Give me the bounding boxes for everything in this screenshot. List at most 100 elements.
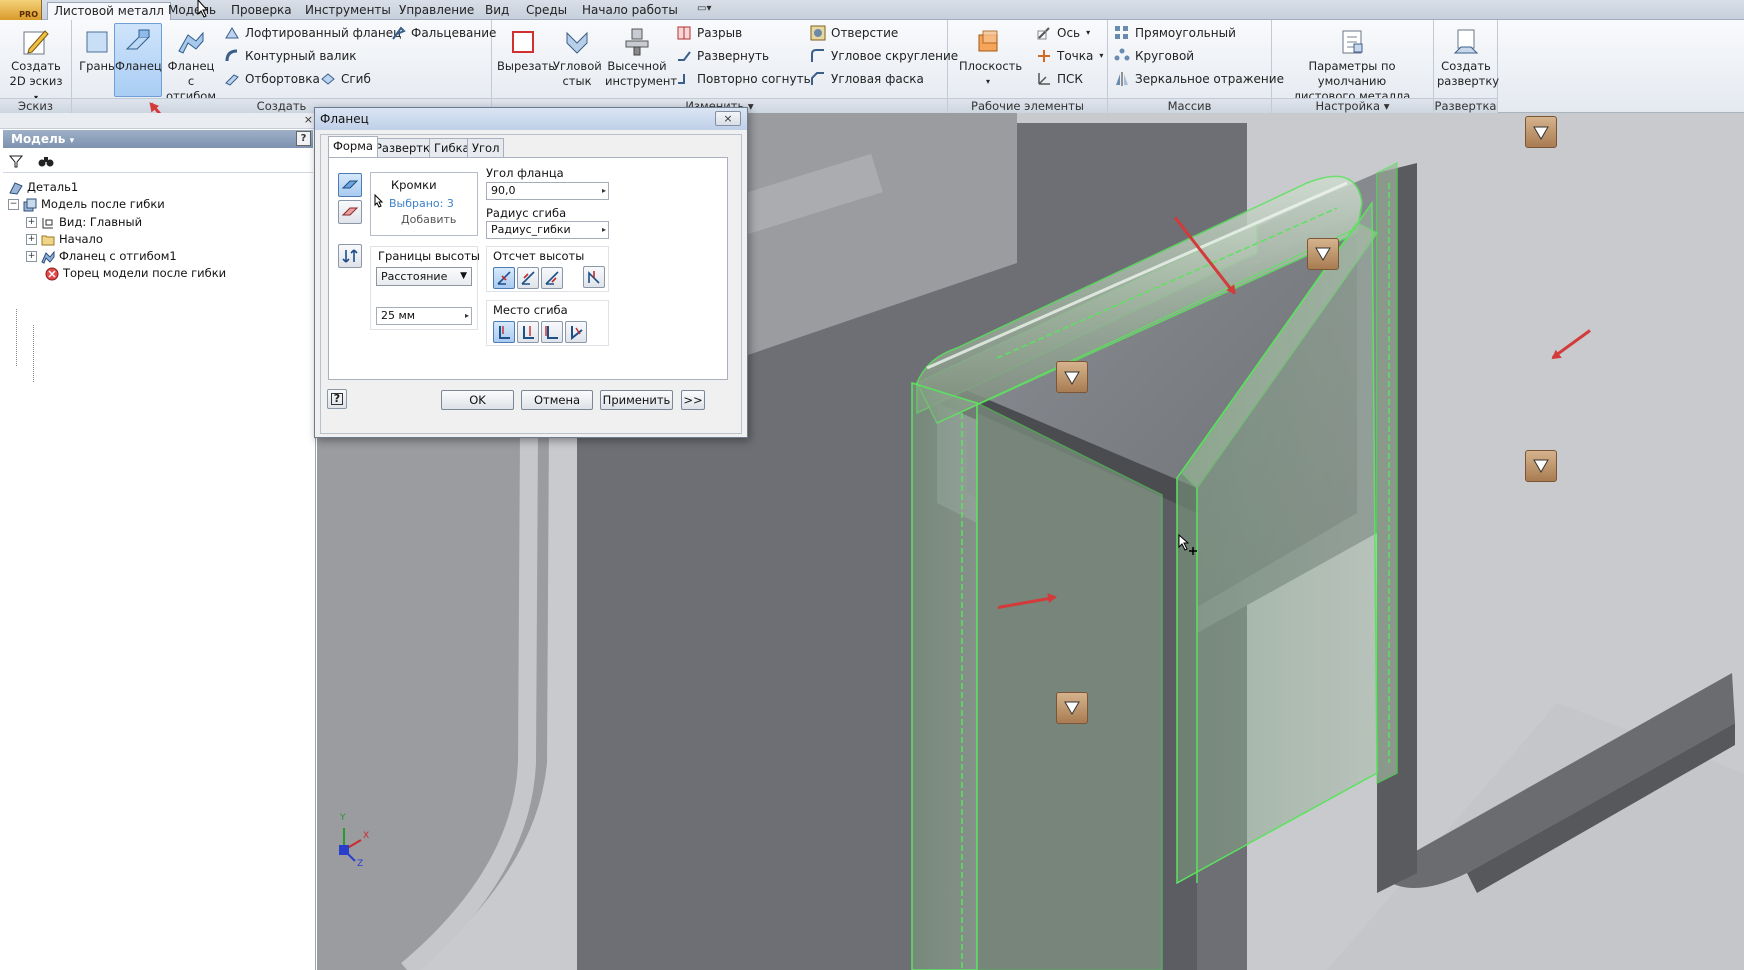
tab-sheet-metal[interactable]: Листовой металл — [47, 2, 171, 21]
height-datum-option-3[interactable] — [541, 267, 563, 289]
find-binoculars-icon[interactable] — [37, 152, 55, 170]
plane-dropdown-icon[interactable]: ▾ — [959, 74, 1017, 89]
tab-corner[interactable]: Угол — [467, 138, 505, 157]
bend-position-tangent[interactable] — [565, 321, 587, 343]
corner-chamfer-button[interactable]: Угловая фаска — [810, 69, 924, 89]
bend-radius-input[interactable]: Радиус_гибки ▸ — [486, 221, 609, 239]
rectangular-pattern-button[interactable]: Прямоугольный — [1114, 23, 1236, 43]
mirror-button[interactable]: Зеркальное отражение — [1114, 69, 1284, 89]
tab-get-started[interactable]: Начало работы — [582, 2, 678, 20]
bend-button[interactable]: Сгиб — [320, 69, 371, 89]
loop-select-mode-button[interactable] — [338, 200, 362, 224]
ok-button[interactable]: OK — [441, 390, 514, 410]
bend-label: Сгиб — [341, 72, 371, 86]
application-menu-button[interactable]: PRO — [0, 0, 42, 20]
bend-position-from-face[interactable] — [541, 321, 563, 343]
lofted-flange-button[interactable]: Лофтированный фланец — [224, 23, 401, 43]
more-options-button[interactable]: >> — [681, 390, 705, 410]
height-datum-option-2[interactable] — [517, 267, 539, 289]
dialog-titlebar[interactable]: Фланец × — [315, 108, 747, 130]
tree-item-part[interactable]: Деталь1 — [8, 179, 78, 196]
tree-item-end-of-folded[interactable]: Торец модели после гибки — [44, 265, 226, 282]
unfold-button[interactable]: Развернуть — [676, 46, 769, 66]
edges-add-link[interactable]: Добавить — [401, 213, 456, 226]
edge-select-mode-button[interactable] — [338, 173, 362, 197]
hem-button[interactable]: Фальцевание — [390, 23, 496, 43]
point-button[interactable]: Точка ▾ — [1036, 46, 1103, 66]
dialog-close-button[interactable]: × — [715, 111, 741, 126]
tab-environments[interactable]: Среды — [526, 2, 567, 20]
corner-seam-button[interactable]: Угловой стык — [552, 23, 602, 90]
face-button[interactable]: Грань — [77, 23, 117, 75]
tree-label-end-of-folded: Торец модели после гибки — [63, 266, 227, 280]
flange-angle-value: 90,0 — [491, 184, 516, 197]
contour-roll-button[interactable]: Контурный валик — [224, 46, 357, 66]
flange-grip-top-right[interactable] — [1525, 116, 1557, 148]
sketch-pencil-icon — [20, 26, 52, 58]
hem-icon — [390, 25, 406, 41]
refold-button[interactable]: Повторно согнуть — [676, 69, 811, 89]
tab-inspect[interactable]: Проверка — [231, 2, 292, 20]
height-extents-select[interactable]: Расстояние ▼ — [376, 267, 472, 286]
plane-button[interactable]: Плоскость ▾ — [958, 23, 1022, 90]
tab-view[interactable]: Вид — [485, 2, 509, 20]
tree-item-folded-model[interactable]: − Модель после гибки — [8, 196, 165, 213]
expand-icon[interactable]: + — [26, 217, 37, 228]
bend-position-outside[interactable] — [517, 321, 539, 343]
expand-arrow-icon[interactable]: ▸ — [602, 183, 606, 199]
group-label-setup[interactable]: Настройка ▾ — [1272, 98, 1433, 113]
height-datum-option-1[interactable] — [493, 267, 515, 289]
flange-angle-input[interactable]: 90,0 ▸ — [486, 182, 609, 200]
hole-button[interactable]: Отверстие — [810, 23, 898, 43]
cancel-button[interactable]: Отмена — [521, 390, 593, 410]
rip-button[interactable]: Разрыв — [676, 23, 742, 43]
tree-item-view[interactable]: + Вид: Главный — [26, 214, 142, 231]
height-value-input[interactable]: 25 мм ▸ — [376, 307, 472, 325]
expand-icon[interactable]: + — [26, 251, 37, 262]
axis-button[interactable]: Ось ▾ — [1036, 23, 1090, 43]
edges-selection-box[interactable]: Кромки Выбрано: 3 Добавить — [370, 172, 478, 236]
browser-help-button[interactable]: ? — [296, 131, 311, 146]
ucs-button[interactable]: ПСК — [1036, 69, 1083, 89]
flange-grip-left-side[interactable] — [1056, 692, 1088, 724]
dialog-help-button[interactable]: ? — [327, 389, 347, 409]
flange-grip-right-side[interactable] — [1525, 450, 1557, 482]
create-2d-sketch-button[interactable]: Создать 2D эскиз ▾ — [5, 23, 67, 106]
flange-grip-top-middle[interactable] — [1307, 238, 1339, 270]
rip-icon — [676, 25, 692, 41]
ucs-label: ПСК — [1057, 72, 1083, 86]
tree-item-contour-flange[interactable]: + Фланец с отгибом1 — [26, 248, 177, 265]
tree-item-origin[interactable]: + Начало — [26, 231, 103, 248]
contour-flange-label-1: Фланец с — [167, 59, 215, 88]
collapse-icon[interactable]: − — [8, 199, 19, 210]
apply-button[interactable]: Применить — [600, 390, 673, 410]
browser-close-button[interactable]: × — [304, 113, 313, 126]
expand-arrow-icon[interactable]: ▸ — [602, 222, 606, 238]
browser-header[interactable]: Модель ▾ ? — [3, 130, 313, 148]
tab-shape[interactable]: Форма — [328, 136, 378, 157]
flange-button[interactable]: Фланец — [114, 23, 162, 97]
filter-icon[interactable] — [7, 152, 25, 170]
corner-round-button[interactable]: Угловое скругление — [810, 46, 958, 66]
ribbon-options-icon[interactable]: ▭▾ — [697, 3, 719, 17]
mirror-label: Зеркальное отражение — [1135, 72, 1284, 86]
group-label-pattern: Массив — [1108, 98, 1271, 113]
flip-direction-button[interactable] — [338, 244, 362, 268]
aligned-height-button[interactable] — [583, 266, 605, 288]
create-flat-pattern-button[interactable]: Создать развертку — [1436, 23, 1499, 90]
tab-manage[interactable]: Управление — [399, 2, 474, 20]
flange-rolls-button[interactable]: Отбортовка — [224, 69, 320, 89]
flange-grip-corner[interactable] — [1056, 361, 1088, 393]
bend-position-inside[interactable] — [493, 321, 515, 343]
group-create: Грань Фланец Фланец с отгибом Лофтирован… — [72, 20, 496, 113]
expand-arrow-icon[interactable]: ▸ — [465, 308, 469, 324]
sheet-metal-defaults-button[interactable]: Параметры по умолчанию листового металла — [1276, 23, 1428, 105]
circular-pattern-button[interactable]: Круговой — [1114, 46, 1194, 66]
contour-flange-button[interactable]: Фланец с отгибом — [164, 23, 218, 105]
mirror-icon — [1114, 71, 1130, 87]
tab-tools[interactable]: Инструменты — [305, 2, 391, 20]
cut-button[interactable]: Вырезать — [496, 23, 555, 75]
expand-icon[interactable]: + — [26, 234, 37, 245]
bend-position-group: Место сгиба — [486, 300, 609, 346]
punch-tool-button[interactable]: Высечной инструмент — [604, 23, 677, 90]
